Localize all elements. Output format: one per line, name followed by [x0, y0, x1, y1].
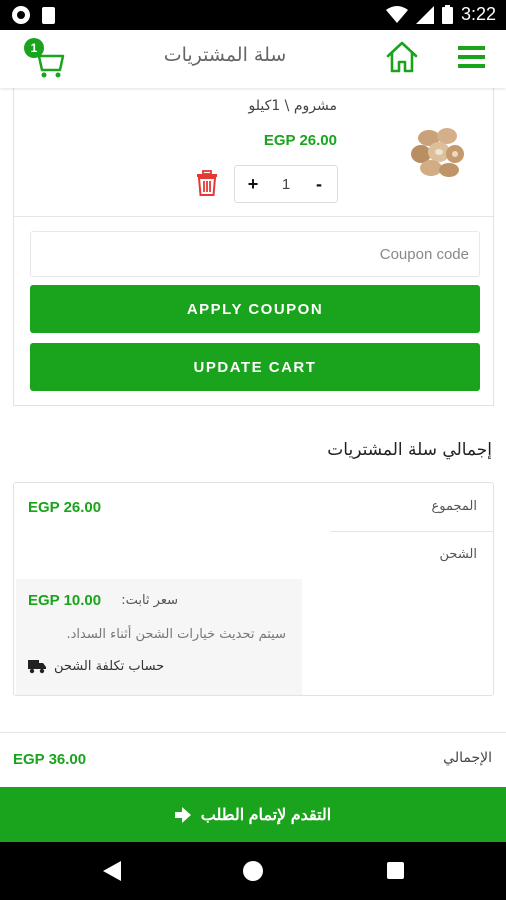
coupon-code-input[interactable]: [30, 231, 480, 277]
apply-coupon-button[interactable]: APPLY COUPON: [30, 285, 480, 333]
sd-card-icon: [42, 6, 55, 24]
hamburger-menu-icon: [458, 46, 485, 68]
update-cart-button[interactable]: UPDATE CART: [30, 343, 480, 391]
status-bar: 3:22: [0, 0, 506, 30]
system-navigation-bar: [0, 842, 506, 900]
wifi-icon: [385, 5, 408, 23]
order-total-value: EGP 36.00: [13, 751, 87, 768]
app-bar: 1 سلة المشتريات: [0, 30, 506, 88]
increase-quantity-button[interactable]: +: [245, 174, 261, 195]
remove-item-button[interactable]: [196, 170, 218, 196]
notification-icon: [12, 6, 30, 24]
shipping-options-panel: سعر ثابت: EGP 10.00 سيتم تحديث خيارات ال…: [16, 579, 302, 695]
product-price: EGP 26.00: [263, 132, 337, 149]
cart-item-card: مشروم \ 1كيلو EGP 26.00 + 1 - APPLY: [13, 88, 494, 406]
product-image[interactable]: [407, 120, 469, 182]
back-icon[interactable]: [103, 861, 121, 881]
order-total-label: الإجمالي: [443, 750, 492, 766]
cart-button[interactable]: 1: [20, 38, 68, 80]
recent-apps-icon[interactable]: [387, 862, 404, 879]
trash-icon: [197, 170, 217, 196]
clock: 3:22: [460, 4, 496, 24]
checkout-label: التقدم لإتمام الطلب: [200, 806, 332, 824]
home-button[interactable]: [384, 39, 420, 75]
cart-totals-table: المجموع EGP 26.00 الشحن سعر ثابت: EGP 10…: [13, 482, 494, 696]
truck-icon: [28, 660, 46, 674]
flat-rate-label: سعر ثابت:: [121, 593, 178, 608]
divider: [14, 216, 493, 217]
home-circle-icon[interactable]: [243, 861, 263, 881]
quantity-stepper: + 1 -: [234, 165, 338, 203]
home-icon: [386, 41, 418, 73]
shipping-label: الشحن: [439, 547, 477, 562]
arrow-right-icon: [174, 806, 191, 823]
subtotal-value: EGP 26.00: [28, 499, 102, 516]
calculate-shipping-label: حساب تكلفة الشحن: [54, 659, 165, 674]
page-title: سلة المشتريات: [163, 44, 287, 66]
quantity-value[interactable]: 1: [282, 176, 290, 193]
signal-icon: [415, 5, 434, 24]
cart-totals-heading: إجمالي سلة المشتريات: [327, 440, 492, 460]
proceed-to-checkout-button[interactable]: التقدم لإتمام الطلب: [0, 787, 506, 842]
cart-count-badge: 1: [24, 38, 44, 58]
subtotal-label: المجموع: [431, 499, 477, 514]
flat-rate-value: EGP 10.00: [28, 592, 102, 609]
calculate-shipping-link[interactable]: حساب تكلفة الشحن: [28, 659, 164, 674]
divider: [0, 732, 506, 733]
decrease-quantity-button[interactable]: -: [311, 174, 327, 195]
shipping-note: سيتم تحديث خيارات الشحن أثناء السداد.: [66, 627, 286, 642]
battery-icon: [441, 5, 453, 24]
divider: [330, 531, 494, 532]
menu-button[interactable]: [456, 42, 488, 72]
product-name[interactable]: مشروم \ 1كيلو: [249, 98, 337, 114]
